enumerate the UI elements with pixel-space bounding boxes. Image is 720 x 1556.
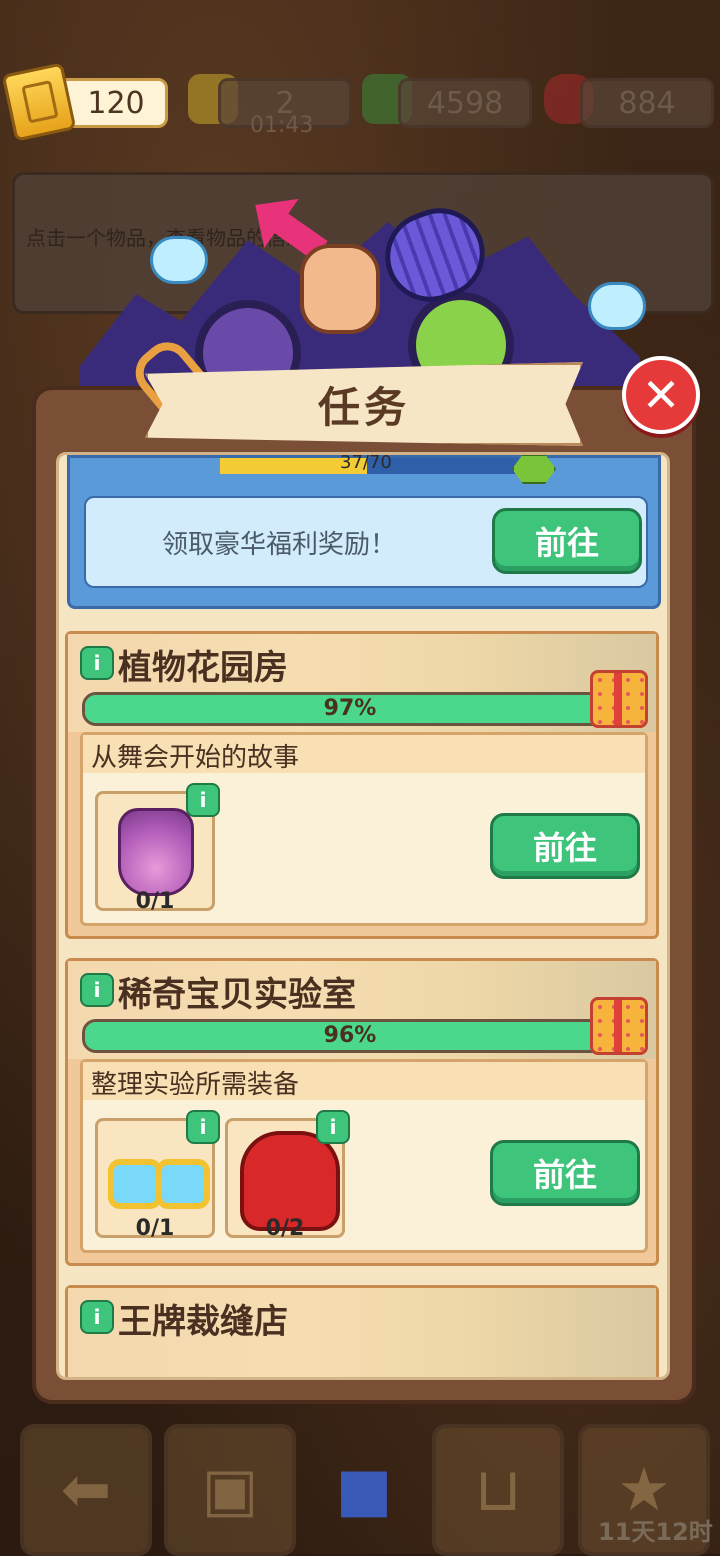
season-timer: 11天12时 [598,1518,713,1546]
info-icon[interactable]: i [80,646,114,680]
energy-timer: 01:43 [250,113,314,138]
reward-go-button[interactable]: 前往 [492,508,642,574]
item-info-icon[interactable]: i [316,1110,350,1144]
task-title: 稀奇宝贝实验室 [118,975,356,1015]
cloud-icon [150,236,208,284]
reward-text: 领取豪华福利奖励！ [162,530,397,560]
item-count: 0/1 [135,889,175,914]
cash-count: 4598 [426,85,504,121]
modal-title: 任务 [317,382,410,432]
gift-box-icon[interactable] [590,997,648,1055]
gift-icon: ■ [335,1455,393,1525]
gift-box-icon[interactable] [590,670,648,728]
sub-task-card: 整理实验所需装备 0/1 i 0/2 i 前往 [80,1059,648,1253]
backpack-button[interactable]: ▣ [164,1424,296,1556]
task-title: 植物花园房 [118,648,288,688]
modal-title-banner: 任务 [145,362,583,446]
sub-task-title: 整理实验所需装备 [91,1070,300,1100]
task-progress-bar: 97% [82,692,618,726]
backpack-icon: ▣ [201,1455,259,1525]
close-button[interactable]: ✕ [622,356,700,434]
sunglasses-icon [106,1153,210,1209]
task-list[interactable]: 37/70 领取豪华福利奖励！ 前往 i 植物花园房 97% 从舞会开始的故事 … [56,452,670,1380]
perfume-bottle-icon [118,808,194,896]
item-count: 0/1 [135,1216,175,1241]
sub-task-title: 从舞会开始的故事 [91,743,300,773]
deluxe-reward-card: 37/70 领取豪华福利奖励！ 前往 [67,455,661,609]
arrow-left-icon: ⬅ [60,1455,112,1525]
shop-button[interactable]: ⊔ [432,1424,564,1556]
back-button[interactable]: ⬅ [20,1424,152,1556]
basket-icon: ⊔ [474,1455,522,1525]
cash-counter[interactable]: 4598 [398,78,532,128]
gem-counter[interactable]: 884 [580,78,714,128]
item-info-icon[interactable]: i [186,783,220,817]
task-progress-bar: 96% [82,1019,618,1053]
fist-icon [300,244,380,334]
task-card-garden: i 植物花园房 97% 从舞会开始的故事 0/1 i 前往 [65,631,659,939]
task-go-button[interactable]: 前往 [490,1140,640,1206]
task-progress-label: 97% [323,696,377,721]
task-progress-label: 96% [323,1023,377,1048]
task-title: 王牌裁缝店 [118,1302,288,1342]
sub-task-card: 从舞会开始的故事 0/1 i 前往 [80,732,648,926]
item-count: 0/2 [265,1216,305,1241]
gem-count: 884 [618,85,676,121]
cloud-icon [588,282,646,330]
gift-button[interactable]: ■ [298,1424,430,1556]
reward-box: 领取豪华福利奖励！ 前往 [84,496,648,588]
info-icon[interactable]: i [80,1300,114,1334]
task-card-tailor: i 王牌裁缝店 [65,1285,659,1377]
task-go-button[interactable]: 前往 [490,813,640,879]
task-card-lab: i 稀奇宝贝实验室 96% 整理实验所需装备 0/1 i 0/2 i 前往 [65,958,659,1266]
reward-progress-label: 37/70 [340,452,392,473]
item-info-icon[interactable]: i [186,1110,220,1144]
info-icon[interactable]: i [80,973,114,1007]
